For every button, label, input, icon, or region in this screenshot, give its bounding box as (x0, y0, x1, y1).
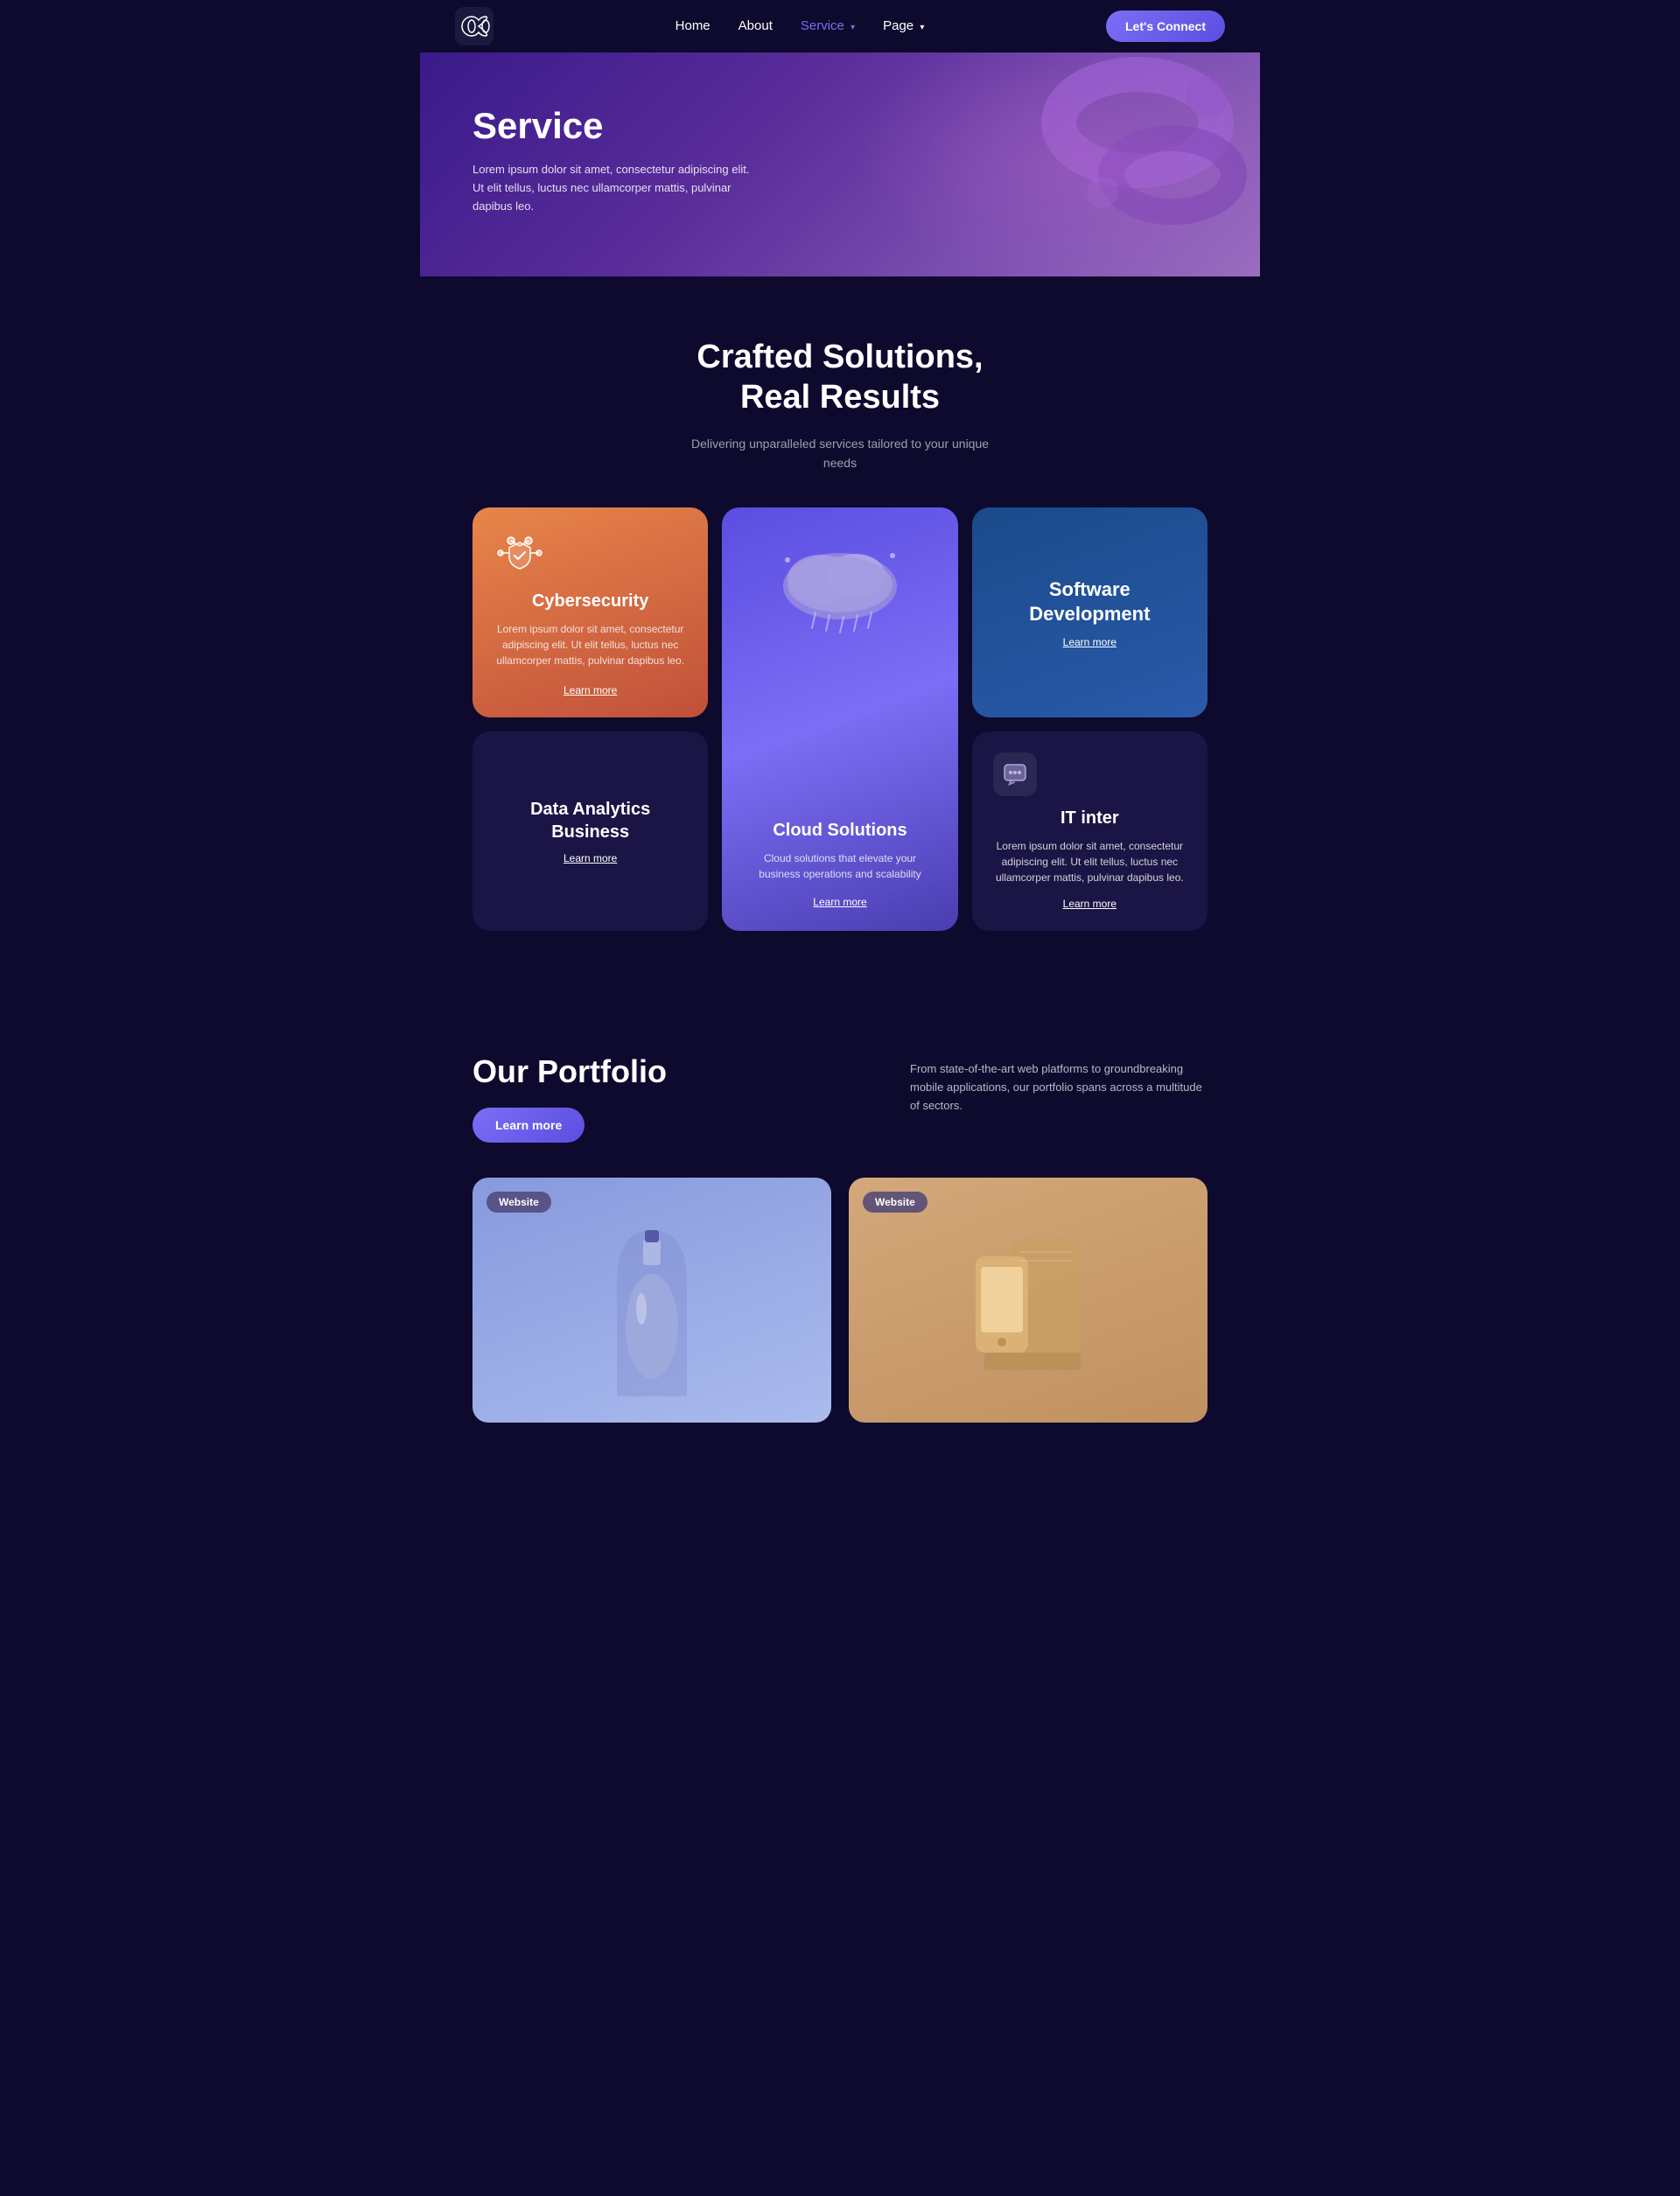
data-title: Data Analytics Business (494, 798, 687, 843)
portfolio-learn-more-button[interactable]: Learn more (472, 1108, 584, 1143)
nav-links: Home About Service ▾ Page ▾ (676, 18, 925, 34)
portfolio-visual-1 (472, 1178, 831, 1423)
crafted-title: Crafted Solutions, Real Results (472, 338, 1208, 417)
software-title: Software Development (993, 577, 1186, 627)
cloud-title: Cloud Solutions (743, 819, 936, 842)
portfolio-description: From state-of-the-art web platforms to g… (910, 1053, 1208, 1115)
page-arrow-icon: ▾ (920, 23, 924, 32)
hero-section: Service Lorem ipsum dolor sit amet, cons… (420, 52, 1260, 276)
cloud-card: Cloud Solutions Cloud solutions that ele… (722, 507, 957, 931)
portfolio-visual-2 (849, 1178, 1208, 1423)
nav-item-about[interactable]: About (738, 18, 773, 34)
nav-item-service[interactable]: Service ▾ (801, 18, 855, 34)
it-title: IT inter (993, 807, 1186, 829)
portfolio-cards: Website Web (472, 1178, 1208, 1423)
crafted-section: Crafted Solutions, Real Results Deliveri… (420, 276, 1260, 983)
cybersecurity-card: Cybersecurity Lorem ipsum dolor sit amet… (472, 507, 708, 717)
it-card: IT inter Lorem ipsum dolor sit amet, con… (972, 731, 1208, 931)
portfolio-title: Our Portfolio (472, 1053, 667, 1090)
nav-item-home[interactable]: Home (676, 18, 710, 34)
hero-description: Lorem ipsum dolor sit amet, consectetur … (472, 161, 752, 215)
cloud-visual (752, 525, 928, 669)
navbar: Home About Service ▾ Page ▾ Let's Connec… (420, 0, 1260, 52)
portfolio-badge-1: Website (486, 1192, 551, 1213)
data-learn-more[interactable]: Learn more (494, 852, 687, 864)
hero-decoration (840, 52, 1260, 245)
cybersecurity-title: Cybersecurity (494, 590, 687, 612)
it-text: Lorem ipsum dolor sit amet, consectetur … (993, 838, 1186, 885)
portfolio-header: Our Portfolio Learn more From state-of-t… (472, 1053, 1208, 1143)
nav-item-page[interactable]: Page ▾ (883, 18, 924, 34)
shield-icon (494, 528, 546, 581)
cloud-text: Cloud solutions that elevate your busine… (743, 850, 936, 882)
services-grid: Cybersecurity Lorem ipsum dolor sit amet… (472, 507, 1208, 931)
portfolio-badge-2: Website (863, 1192, 928, 1213)
portfolio-section: Our Portfolio Learn more From state-of-t… (420, 983, 1260, 1458)
lets-connect-button[interactable]: Let's Connect (1106, 10, 1225, 42)
data-analytics-card: Data Analytics Business Learn more (472, 731, 708, 931)
cybersecurity-learn-more[interactable]: Learn more (494, 684, 687, 696)
portfolio-left: Our Portfolio Learn more (472, 1053, 667, 1143)
crafted-subtitle: Delivering unparalleled services tailore… (682, 434, 998, 473)
software-learn-more[interactable]: Learn more (993, 636, 1186, 648)
chat-icon (993, 752, 1037, 796)
cybersecurity-text: Lorem ipsum dolor sit amet, consectetur … (494, 621, 687, 672)
it-learn-more[interactable]: Learn more (993, 898, 1186, 910)
portfolio-card-2: Website (849, 1178, 1208, 1423)
logo[interactable] (455, 7, 494, 45)
portfolio-card-1: Website (472, 1178, 831, 1423)
software-card: Software Development Learn more (972, 507, 1208, 717)
cloud-content: Cloud Solutions Cloud solutions that ele… (743, 819, 936, 910)
service-arrow-icon: ▾ (850, 23, 855, 32)
cloud-learn-more[interactable]: Learn more (813, 896, 866, 908)
